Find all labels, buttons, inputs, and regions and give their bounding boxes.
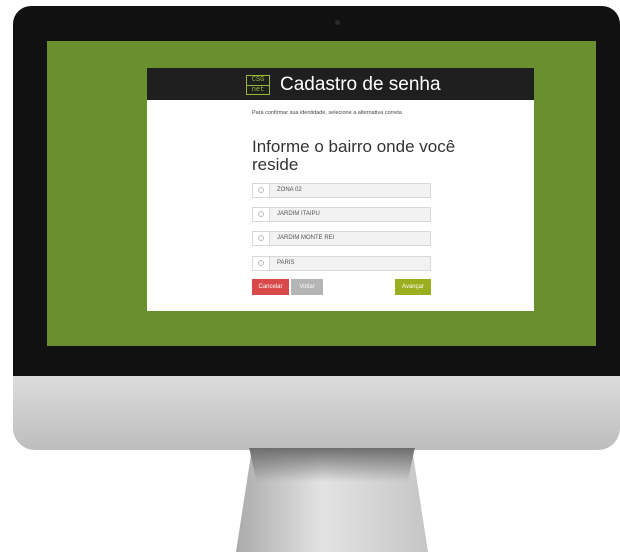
option-zona-02[interactable]: ZONA 02 [252, 183, 431, 198]
option-label: JARDIM MONTE REI [277, 235, 335, 241]
option-jardim-itaipu[interactable]: JARDIM ITAIPU [252, 207, 431, 222]
cancel-button[interactable]: Cancelar [252, 279, 289, 295]
password-registration-card: CSG net Cadastro de senha Para confirmar… [147, 68, 534, 311]
radio-button[interactable] [258, 235, 264, 241]
radio-button[interactable] [258, 260, 264, 266]
page-title: Cadastro de senha [280, 74, 441, 95]
logo-top-text: CSG [251, 76, 265, 84]
radio-container [253, 257, 270, 270]
brand-logo: CSG net [246, 75, 270, 95]
next-button[interactable]: Avançar [395, 279, 431, 295]
option-jardim-monte-rei[interactable]: JARDIM MONTE REI [252, 231, 431, 246]
option-label: PARIS [277, 260, 295, 266]
logo-bottom-text: net [247, 85, 269, 95]
radio-container [253, 232, 270, 245]
stand-shadow [249, 448, 415, 482]
intro-text: Para confirmar sua identidade, selecione… [252, 110, 402, 116]
card-header: CSG net Cadastro de senha [147, 68, 534, 100]
camera-icon [335, 20, 340, 25]
question-heading: Informe o bairro onde você reside [252, 137, 456, 174]
radio-container [253, 184, 270, 197]
back-button[interactable]: Voltar [291, 279, 323, 295]
option-label: ZONA 02 [277, 187, 302, 193]
radio-container [253, 208, 270, 221]
option-paris[interactable]: PARIS [252, 256, 431, 271]
radio-button[interactable] [258, 187, 264, 193]
radio-button[interactable] [258, 211, 264, 217]
monitor-chin [13, 376, 620, 450]
option-label: JARDIM ITAIPU [277, 211, 320, 217]
